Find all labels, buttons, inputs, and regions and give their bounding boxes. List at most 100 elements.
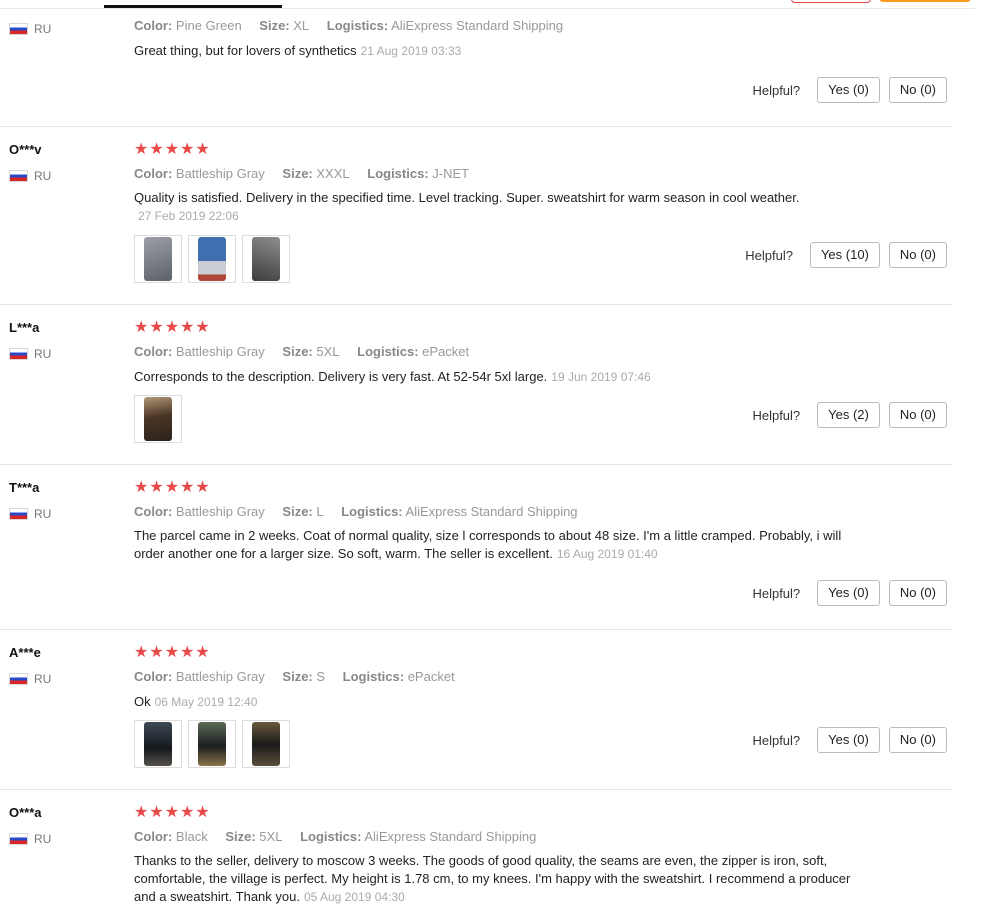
country-code: RU [34,347,52,361]
star-rating: ★★★★★ [134,319,211,336]
logistics-value: ePacket [407,669,455,684]
color-value: Pine Green [175,18,242,33]
size-value: S [316,669,326,684]
logistics-label: Logistics: [326,18,389,33]
color-label: Color: [134,18,173,33]
russia-flag-icon [9,170,28,182]
review-text: Quality is satisfied. Delivery in the sp… [134,190,800,223]
review-photo-thumbnail[interactable] [134,235,182,283]
star-rating: ★★★★★ [134,644,211,661]
country-code: RU [34,507,52,521]
reviewer-name: T***a [9,480,40,495]
reviewer-name: A***e [9,645,41,660]
vote-yes-button[interactable]: Yes (0) [817,727,880,753]
size-label: Size: [282,504,313,519]
size-value: XL [293,18,310,33]
reviewer-country: RU [9,507,51,521]
helpful-label: Helpful? [752,732,801,748]
review-text: Ok 06 May 2019 12:40 [134,694,258,709]
vote-no-button[interactable]: No (0) [888,727,947,753]
vote-no-button[interactable]: No (0) [888,580,947,606]
review-date: 16 Aug 2019 01:40 [556,547,658,561]
color-label: Color: [134,669,173,684]
vote-yes-button[interactable]: Yes (0) [817,77,880,103]
review-photo-thumbnail[interactable] [188,720,236,768]
color-value: Black [175,829,208,844]
reviewer-country: RU [9,672,51,686]
vote-yes-button[interactable]: Yes (2) [817,402,880,428]
review-item: O***a RU ★★★★★ Color: Black Size: 5XL Lo… [0,790,953,905]
logistics-label: Logistics: [367,166,429,181]
color-value: Battleship Gray [175,344,265,359]
star-rating: ★★★★★ [134,141,211,158]
vote-no-button[interactable]: No (0) [888,402,947,428]
color-label: Color: [134,344,173,359]
russia-flag-icon [9,833,28,845]
review-item: RU Color: Pine Green Size: XL Logistics:… [0,0,953,127]
russia-flag-icon [9,673,28,685]
country-code: RU [34,169,52,183]
color-value: Battleship Gray [175,669,265,684]
reviewer-name: O***v [9,142,42,157]
review-attributes: Color: Black Size: 5XL Logistics: AliExp… [134,829,536,844]
vote-no-button[interactable]: No (0) [888,77,947,103]
review-photo-thumbnail[interactable] [188,235,236,283]
review-photos [134,720,290,768]
logistics-label: Logistics: [342,669,405,684]
color-value: Battleship Gray [175,504,265,519]
vote-yes-button[interactable]: Yes (10) [809,242,880,268]
review-text: The parcel came in 2 weeks. Coat of norm… [134,528,842,561]
country-code: RU [34,672,52,686]
review-attributes: Color: Battleship Gray Size: XXXL Logist… [134,166,469,181]
review-date: 19 Jun 2019 07:46 [551,370,651,384]
logistics-label: Logistics: [341,504,403,519]
color-label: Color: [134,504,173,519]
review-text: Corresponds to the description. Delivery… [134,369,651,384]
review-photo-thumbnail[interactable] [242,720,290,768]
review-item: O***v RU ★★★★★ Color: Battleship Gray Si… [0,127,953,305]
helpful-votes: Helpful? Yes (0) No (0) [752,77,947,103]
size-label: Size: [282,166,313,181]
review-photo-thumbnail[interactable] [134,720,182,768]
helpful-label: Helpful? [745,247,793,263]
review-photos [134,395,182,443]
review-attributes: Color: Battleship Gray Size: 5XL Logisti… [134,344,469,359]
review-date: 05 Aug 2019 04:30 [303,890,405,904]
vote-yes-button[interactable]: Yes (0) [817,580,880,606]
reviewer-country: RU [9,832,51,846]
review-photo-thumbnail[interactable] [242,235,290,283]
review-photos [134,235,290,283]
color-label: Color: [134,829,173,844]
review-date: 27 Feb 2019 22:06 [138,209,239,223]
color-label: Color: [134,166,173,181]
russia-flag-icon [9,23,28,35]
reviewer-name: L***a [9,320,40,335]
size-label: Size: [259,18,290,33]
helpful-label: Helpful? [752,585,801,601]
size-value: XXXL [316,166,350,181]
country-code: RU [34,22,52,36]
review-photo-thumbnail[interactable] [134,395,182,443]
size-label: Size: [225,829,256,844]
color-value: Battleship Gray [175,166,265,181]
star-rating: ★★★★★ [134,804,211,821]
size-value: 5XL [316,344,340,359]
review-text: Great thing, but for lovers of synthetic… [134,43,462,58]
review-text: Thanks to the seller, delivery to moscow… [134,853,851,904]
size-label: Size: [282,344,313,359]
size-label: Size: [282,669,313,684]
helpful-votes: Helpful? Yes (0) No (0) [752,580,947,606]
page-scroll-gutter[interactable] [975,0,983,905]
star-rating: ★★★★★ [134,479,211,496]
logistics-value: J-NET [432,166,470,181]
russia-flag-icon [9,348,28,360]
reviewer-country: RU [9,347,51,361]
vote-no-button[interactable]: No (0) [888,242,947,268]
review-item: T***a RU ★★★★★ Color: Battleship Gray Si… [0,465,953,630]
helpful-label: Helpful? [752,407,801,423]
logistics-value: AliExpress Standard Shipping [391,18,564,33]
helpful-label: Helpful? [752,82,801,98]
review-item: A***e RU ★★★★★ Color: Battleship Gray Si… [0,630,953,790]
review-attributes: Color: Battleship Gray Size: L Logistics… [134,504,578,519]
logistics-value: AliExpress Standard Shipping [405,504,578,519]
